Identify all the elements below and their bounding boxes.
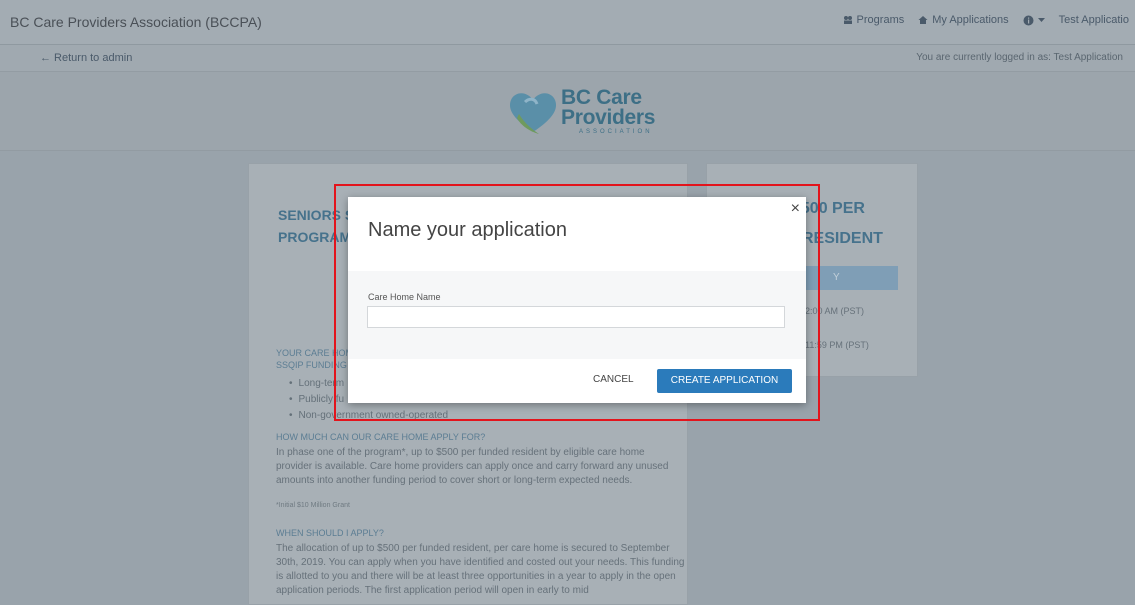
my-applications-link[interactable]: My Applications [918,14,1009,26]
top-navbar: BC Care Providers Association (BCCPA) Pr… [0,0,1135,45]
how-much-heading: HOW MUCH CAN OUR CARE HOME APPLY FOR? [276,432,486,442]
when-text: The allocation of up to $500 per funded … [276,543,685,596]
close-icon[interactable]: × [791,200,800,218]
modal-title: Name your application [368,219,567,241]
footnote: *Initial $10 Million Grant [276,502,350,509]
return-to-admin-link[interactable]: ← Return to admin [40,52,132,64]
home-icon [918,16,928,24]
header-band: BC Care Providers ASSOCIATION [0,72,1135,151]
programs-icon [843,16,852,24]
when-heading: WHEN SHOULD I APPLY? [276,528,384,538]
modal-body: Care Home Name [348,271,806,359]
sub-bar: ← Return to admin You are currently logg… [0,45,1135,72]
logged-in-status: You are currently logged in as: Test App… [916,52,1123,63]
brand-title[interactable]: BC Care Providers Association (BCCPA) [10,14,262,30]
logo-line-2: Providers [561,106,656,129]
info-dropdown[interactable] [1023,15,1045,26]
name-application-modal: Name your application × Care Home Name C… [348,197,806,403]
care-home-name-label: Care Home Name [368,292,441,302]
create-application-button[interactable]: CREATE APPLICATION [657,369,792,393]
programs-label: Programs [856,14,905,26]
heart-logo-icon [509,93,557,134]
cancel-button[interactable]: CANCEL [593,374,634,385]
my-applications-label: My Applications [932,14,1009,26]
user-menu[interactable]: Test Applicatio [1059,14,1129,26]
how-much-text: In phase one of the program*, up to $500… [276,447,669,486]
top-nav: Programs My Applications Test Applicatio [843,14,1129,26]
info-icon [1023,15,1034,25]
bccpa-logo[interactable]: BC Care Providers ASSOCIATION [505,82,665,142]
logo-line-3: ASSOCIATION [579,129,653,135]
care-home-name-input[interactable] [367,306,785,328]
programs-link[interactable]: Programs [843,14,905,26]
caret-down-icon [1037,17,1045,22]
